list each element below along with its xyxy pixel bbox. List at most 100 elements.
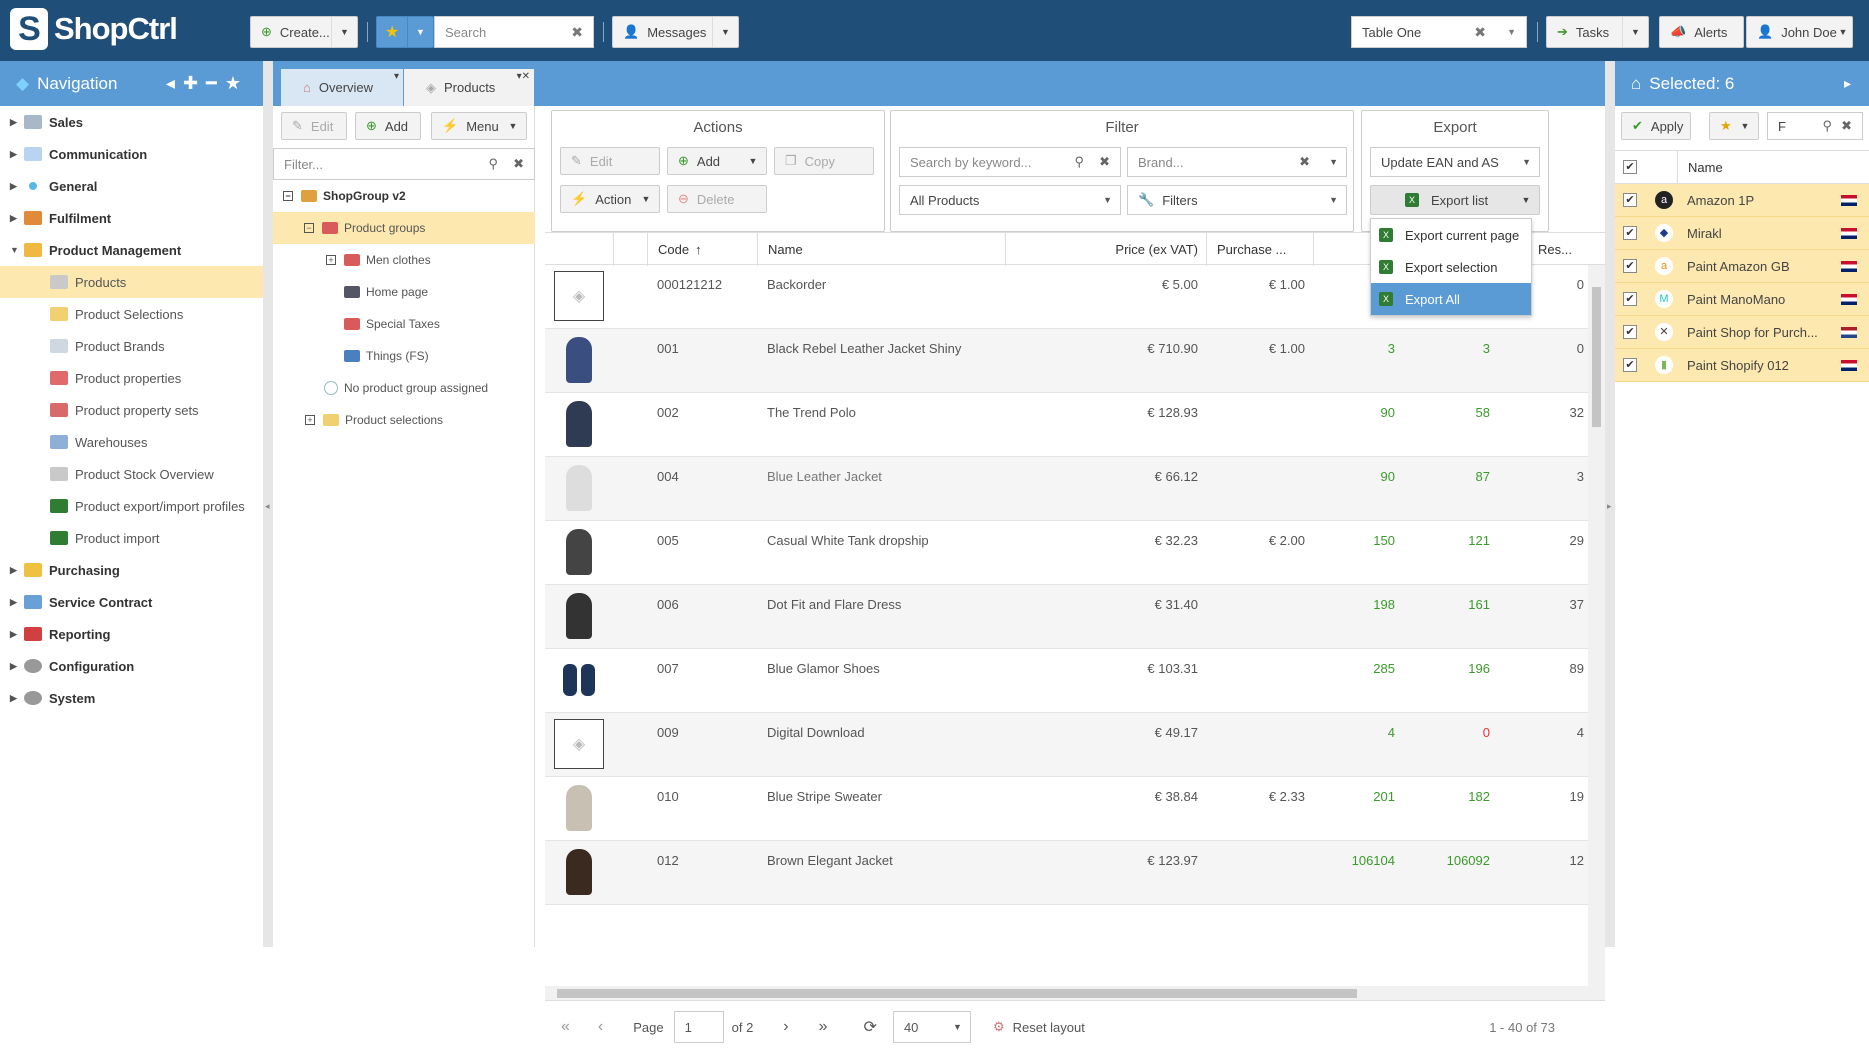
nav-section-purchasing[interactable]: ▶ Purchasing (0, 554, 263, 586)
filters-select[interactable]: 🔧 Filters ▼ (1127, 185, 1347, 215)
create-button[interactable]: ⊕ Create... ▼ (250, 16, 358, 48)
brand-select[interactable]: Brand... ✖ ▼ (1127, 147, 1347, 177)
tree-node-home-page[interactable]: Home page (344, 278, 428, 306)
page-input[interactable]: 1 (673, 1011, 724, 1043)
nav-item-products[interactable]: Products (0, 266, 263, 298)
nav-section-service-contract[interactable]: ▶ Service Contract (0, 586, 263, 618)
nav-item-product-selections[interactable]: Product Selections (0, 298, 263, 330)
caret-right-icon[interactable]: ▶ (10, 149, 24, 160)
search-icon[interactable]: ⚲ (1822, 118, 1832, 134)
caret-right-icon[interactable]: ▶ (10, 213, 24, 224)
column-code[interactable]: Code ↑ (647, 233, 757, 266)
select-all-checkbox[interactable]: ✔ (1623, 160, 1637, 174)
tree-node-product-groups[interactable]: − Product groups (273, 212, 535, 244)
reset-layout-button[interactable]: Reset layout (1013, 1020, 1085, 1035)
collapse-icon[interactable]: − (283, 191, 293, 201)
row-checkbox[interactable]: ✔ (1623, 226, 1637, 240)
row-checkbox[interactable]: ✔ (1623, 325, 1637, 339)
selected-channel-row[interactable]: ✔ ▮ Paint Shopify 012 (1615, 349, 1869, 382)
first-page-icon[interactable]: « (561, 1018, 570, 1036)
table-row[interactable]: 006 Dot Fit and Flare Dress € 31.40 198 161 3… (545, 585, 1588, 649)
selected-search-input[interactable]: F ⚲ ✖ (1767, 112, 1863, 140)
caret-down-icon[interactable]: ▼ (10, 245, 24, 255)
close-icon[interactable]: ▾✕ (517, 71, 530, 82)
left-splitter[interactable]: ◂ (263, 61, 273, 947)
clear-icon[interactable]: ✖ (1099, 154, 1110, 170)
right-splitter[interactable]: ▸ (1605, 61, 1615, 947)
clear-icon[interactable]: ✖ (513, 156, 524, 172)
prev-page-icon[interactable]: ‹ (598, 1018, 603, 1036)
chevron-down-icon[interactable]: ▼ (1622, 17, 1648, 47)
last-page-icon[interactable]: » (819, 1018, 828, 1036)
scope-select[interactable]: All Products ▼ (899, 185, 1121, 215)
caret-right-icon[interactable]: ▶ (10, 565, 24, 576)
caret-right-icon[interactable]: ▶ (10, 661, 24, 672)
chevron-down-icon[interactable]: ▼ (1103, 195, 1112, 205)
nav-item-product-stock-overview[interactable]: Product Stock Overview (0, 458, 263, 490)
expand-right-icon[interactable]: ▸ (1844, 75, 1851, 92)
selected-channel-row[interactable]: ✔ a Paint Amazon GB (1615, 250, 1869, 283)
caret-right-icon[interactable]: ▶ (10, 181, 24, 192)
tree-filter-input[interactable]: Filter... ⚲ ✖ (273, 148, 535, 180)
menu-button[interactable]: ⚡ Menu ▼ (431, 112, 527, 140)
search-icon[interactable]: ⚲ (1074, 154, 1084, 170)
nav-section-sales[interactable]: ▶ Sales (0, 106, 263, 138)
table-row[interactable]: 002 The Trend Polo € 128.93 90 58 32 (545, 393, 1588, 457)
nav-item-product-brands[interactable]: Product Brands (0, 330, 263, 362)
selected-channel-row[interactable]: ✔ a Amazon 1P (1615, 184, 1869, 217)
apply-button[interactable]: ✔ Apply (1621, 112, 1691, 140)
expand-icon[interactable]: + (326, 255, 336, 265)
user-menu-button[interactable]: 👤 John Doe ▼ (1746, 16, 1853, 48)
edit-button[interactable]: ✎ Edit (281, 112, 347, 140)
chevron-down-icon[interactable]: ▼ (633, 186, 659, 212)
column-reserved[interactable]: Res... (1531, 233, 1605, 266)
tree-node-no-group[interactable]: No product group assigned (323, 374, 488, 402)
row-checkbox[interactable]: ✔ (1623, 193, 1637, 207)
keyword-search-input[interactable]: Search by keyword... ⚲ ✖ (899, 147, 1121, 177)
chevron-down-icon[interactable]: ▼ (331, 17, 357, 47)
badge-menu-button[interactable]: ★ ▼ (1709, 112, 1759, 140)
export-selection-item[interactable]: X Export selection (1371, 251, 1531, 283)
export-current-page-item[interactable]: X Export current page (1371, 219, 1531, 251)
caret-right-icon[interactable]: ▶ (10, 629, 24, 640)
clear-icon[interactable]: ✖ (1841, 118, 1852, 134)
chevron-down-icon[interactable]: ▼ (1513, 186, 1539, 214)
clear-icon[interactable]: ✖ (571, 24, 583, 41)
chevron-down-icon[interactable]: ▼ (712, 17, 738, 47)
nav-item-warehouses[interactable]: Warehouses (0, 426, 263, 458)
next-page-icon[interactable]: › (783, 1018, 788, 1036)
caret-right-icon[interactable]: ▶ (10, 597, 24, 608)
export-profile-select[interactable]: Update EAN and AS ▼ (1370, 147, 1540, 177)
chevron-down-icon[interactable]: ▼ (1834, 17, 1852, 47)
chevron-down-icon[interactable]: ▼ (1522, 157, 1531, 167)
table-row[interactable]: 005 Casual White Tank dropship € 32.23 € 2.… (545, 521, 1588, 585)
chevron-down-icon[interactable]: ▼ (1329, 157, 1338, 167)
clear-icon[interactable]: ✖ (1299, 154, 1310, 170)
tree-node-product-selections[interactable]: + Product selections (305, 406, 443, 434)
table-row[interactable]: 012 Brown Elegant Jacket € 123.97 106104 106… (545, 841, 1588, 905)
export-all-item[interactable]: X Export All (1371, 283, 1531, 315)
nav-item-product-property-sets[interactable]: Product property sets (0, 394, 263, 426)
chevron-down-icon[interactable]: ▼ (1507, 27, 1516, 37)
refresh-icon[interactable]: ⟳ (864, 1017, 877, 1037)
column-purchase[interactable]: Purchase ... (1206, 233, 1313, 266)
chevron-down-icon[interactable]: ▼ (1732, 113, 1758, 139)
chevron-down-icon[interactable]: ▼ (500, 113, 526, 139)
search-input[interactable]: Search ✖ (434, 16, 594, 48)
table-row[interactable]: 001 Black Rebel Leather Jacket Shiny € 710… (545, 329, 1588, 393)
action-copy-button[interactable]: ❐ Copy (774, 147, 874, 175)
clear-icon[interactable]: ✖ (1474, 24, 1486, 41)
app-logo[interactable]: S ShopCtrl (10, 8, 178, 50)
row-checkbox[interactable]: ✔ (1623, 292, 1637, 306)
favorites-button[interactable]: ★ ▼ (376, 16, 434, 48)
table-row[interactable]: 007 Blue Glamor Shoes € 103.31 285 196 89 (545, 649, 1588, 713)
nav-section-reporting[interactable]: ▶ Reporting (0, 618, 263, 650)
tree-node-men-clothes[interactable]: + Men clothes (326, 246, 431, 274)
tab-overview[interactable]: ⌂ Overview ▾ (281, 69, 403, 106)
tab-menu-icon[interactable]: ▾ (394, 71, 399, 82)
selected-channel-row[interactable]: ✔ ◆ Mirakl (1615, 217, 1869, 250)
horizontal-scrollbar[interactable] (545, 986, 1605, 1000)
vertical-scrollbar[interactable] (1588, 265, 1605, 986)
tasks-button[interactable]: ➔ Tasks ▼ (1546, 16, 1649, 48)
chevron-down-icon[interactable]: ▼ (1329, 195, 1338, 205)
